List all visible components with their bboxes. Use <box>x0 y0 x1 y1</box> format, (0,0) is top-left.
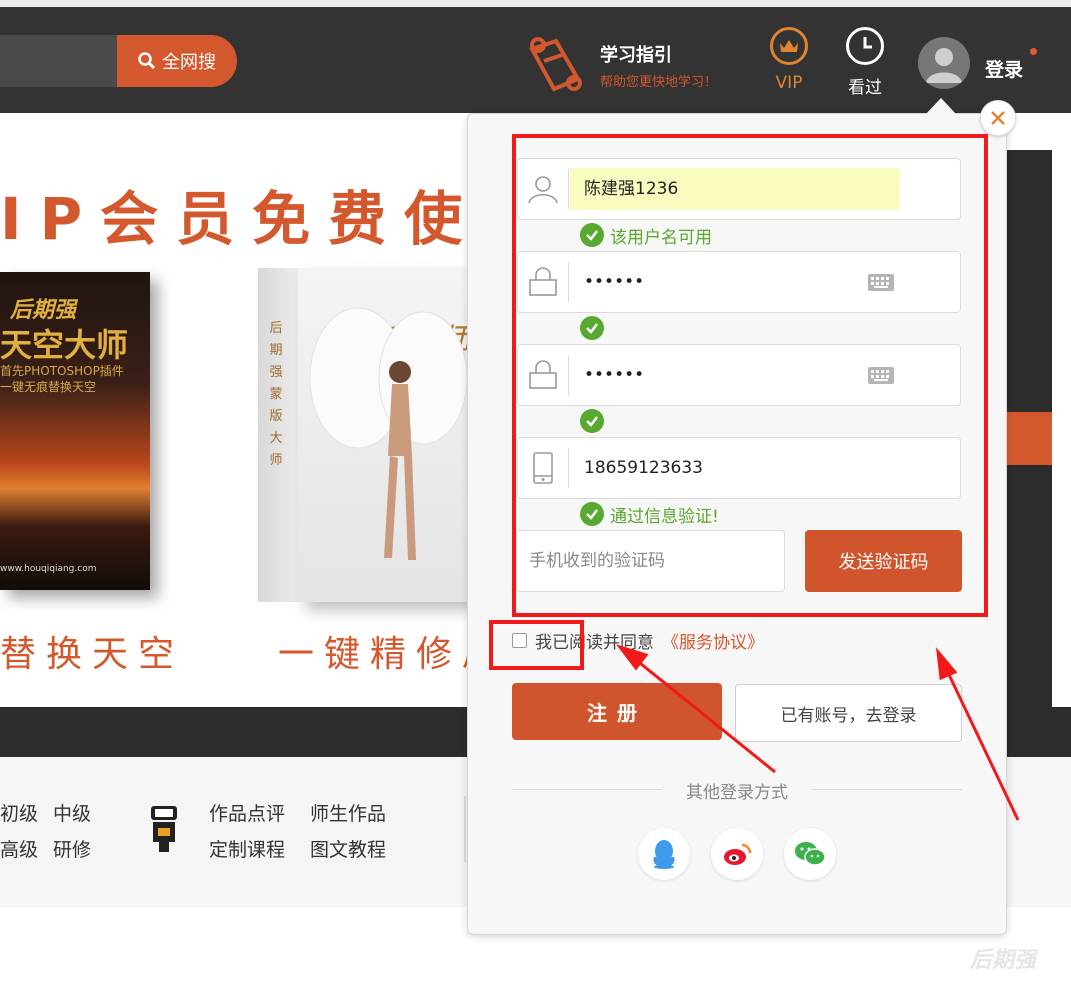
register-button[interactable]: 注册 <box>512 683 722 740</box>
other-login-divider: 其他登录方式 <box>512 778 962 803</box>
weibo-icon <box>724 843 752 865</box>
avatar[interactable] <box>918 37 970 89</box>
mask-master-book-cover[interactable]: 蒙版大师 <box>298 268 468 602</box>
nav-advanced[interactable]: 高级 <box>0 835 38 862</box>
close-button[interactable] <box>980 100 1016 136</box>
weibo-login-button[interactable] <box>711 828 763 880</box>
close-icon <box>991 111 1005 125</box>
book1-name: 天空大师 <box>0 326 129 364</box>
nav-research[interactable]: 研修 <box>53 835 91 862</box>
nav-intermediate[interactable]: 中级 <box>53 799 91 826</box>
nav-tutorials[interactable]: 图文教程 <box>310 835 386 862</box>
service-agreement-link[interactable]: 《服务协议》 <box>662 628 764 653</box>
vip-label: VIP <box>775 73 803 93</box>
search-all-button[interactable]: 全网搜 <box>117 35 237 87</box>
qq-login-button[interactable] <box>638 828 690 880</box>
search-input[interactable] <box>0 35 120 87</box>
book2-spine-text: 后期强 蒙 版 大 师 <box>269 321 283 468</box>
go-login-button[interactable]: 已有账号，去登录 <box>735 684 962 742</box>
book1-line1: 首先PHOTOSHOP插件 <box>0 364 124 378</box>
nav-works[interactable]: 师生作品 <box>310 799 386 826</box>
clock-icon <box>846 27 884 65</box>
book1-line2: 一键无痕替换天空 <box>0 380 97 394</box>
search-all-label: 全网搜 <box>162 52 216 73</box>
search-icon <box>138 52 156 70</box>
wechat-icon <box>795 842 826 866</box>
banner-subtitle: 替换天空 一键精修局 <box>0 625 508 677</box>
footer-divider <box>464 796 466 862</box>
annotation-box-checkbox <box>489 620 584 670</box>
popup-caret <box>926 98 956 114</box>
guide-subtitle: 帮助您更快地学习！ <box>600 75 718 90</box>
other-login-label: 其他登录方式 <box>686 783 788 803</box>
user-avatar-icon <box>926 48 962 83</box>
study-guide-link[interactable]: 学习指引 帮助您更快地学习！ <box>522 31 742 101</box>
annotation-box-form <box>512 134 988 617</box>
notification-dot <box>1030 48 1037 55</box>
flash-icon <box>151 806 177 852</box>
nav-beginner[interactable]: 初级 <box>0 799 38 826</box>
nav-critique[interactable]: 作品点评 <box>209 799 285 826</box>
wechat-login-button[interactable] <box>784 828 836 880</box>
mask-master-book-spine: 后期强 蒙 版 大 师 <box>258 268 298 602</box>
nav-custom[interactable]: 定制课程 <box>209 835 285 862</box>
guide-title: 学习指引 <box>600 45 672 66</box>
history-link[interactable]: 看过 <box>843 27 887 98</box>
sky-master-book-cover[interactable]: 后期强 天空大师 首先PHOTOSHOP插件 一键无痕替换天空 www.houq… <box>0 272 150 590</box>
login-link[interactable]: 登录 <box>985 55 1023 82</box>
banner-subtitle-left: 替换天空 <box>0 634 185 675</box>
scroll-icon <box>529 37 582 92</box>
crown-icon <box>770 27 808 65</box>
angel-model-image <box>309 307 468 560</box>
vip-link[interactable]: VIP <box>767 27 811 93</box>
right-side-tab[interactable] <box>1005 412 1052 465</box>
top-header: 全网搜 学习指引 帮助您更快地学习！ VIP 看过 登录 <box>0 0 1071 113</box>
qq-icon <box>653 840 675 869</box>
history-label: 看过 <box>848 78 882 98</box>
book1-site: www.houqiqiang.com <box>0 564 97 574</box>
watermark-logo: 后期强 <box>970 948 1037 973</box>
